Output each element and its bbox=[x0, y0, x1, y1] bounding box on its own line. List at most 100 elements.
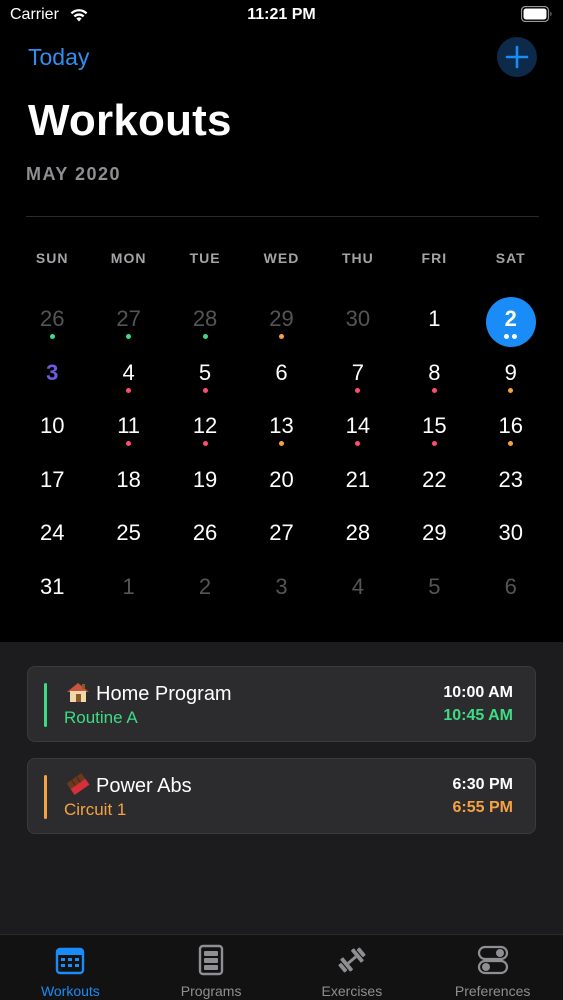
calendar-day[interactable]: 8 bbox=[396, 351, 472, 405]
calendar-day[interactable]: 30 bbox=[473, 511, 549, 565]
day-number: 3 bbox=[46, 359, 59, 385]
calendar-day[interactable]: 4 bbox=[320, 565, 396, 619]
day-number: 26 bbox=[39, 306, 65, 331]
tab-workouts[interactable]: Workouts bbox=[0, 935, 141, 1000]
day-number: 17 bbox=[39, 466, 65, 492]
calendar-day[interactable]: 20 bbox=[243, 458, 319, 512]
tab-preferences[interactable]: Preferences bbox=[422, 935, 563, 1000]
calendar-day[interactable]: 13 bbox=[243, 404, 319, 458]
calendar-day[interactable]: 5 bbox=[396, 565, 472, 619]
day-number: 3 bbox=[275, 573, 288, 599]
day-number: 6 bbox=[275, 359, 288, 385]
day-number: 9 bbox=[504, 359, 517, 385]
event-start-time: 6:30 PM bbox=[452, 776, 513, 793]
workout-dot bbox=[508, 441, 514, 446]
event-title: Power Abs bbox=[65, 773, 192, 798]
workout-dot bbox=[202, 334, 208, 339]
workout-indicator-dots bbox=[320, 387, 396, 393]
workout-indicator-dots bbox=[167, 441, 243, 446]
calendar-day[interactable]: 27 bbox=[243, 511, 319, 565]
calendar-day[interactable]: 26 bbox=[167, 511, 243, 565]
calendar-day[interactable]: 23 bbox=[473, 458, 549, 512]
workout-indicator-dots bbox=[90, 387, 166, 393]
day-number: 10 bbox=[39, 413, 65, 438]
house-icon bbox=[67, 683, 89, 702]
day-number: 26 bbox=[192, 520, 218, 545]
calendar-day[interactable]: 26 bbox=[14, 297, 90, 351]
calendar-day[interactable]: 9 bbox=[473, 351, 549, 405]
add-workout-button[interactable] bbox=[497, 37, 537, 77]
calendar-day[interactable]: 12 bbox=[167, 404, 243, 458]
event-title: Home Program bbox=[65, 681, 232, 706]
chocolate-bar-icon bbox=[67, 773, 90, 795]
day-number: 14 bbox=[345, 413, 371, 438]
day-number: 27 bbox=[116, 306, 141, 331]
workout-dot bbox=[126, 387, 132, 393]
weekday-label: SAT bbox=[495, 250, 526, 266]
status-time: 11:21 PM bbox=[247, 6, 316, 23]
event-card[interactable]: Power Abs Circuit 1 6:30 PM 6:55 PM bbox=[27, 758, 536, 834]
calendar-day[interactable]: 22 bbox=[396, 458, 472, 512]
calendar-day[interactable]: 1 bbox=[90, 565, 166, 619]
tab-programs[interactable]: Programs bbox=[141, 935, 282, 1000]
workout-dot bbox=[202, 441, 208, 446]
workout-indicator-dots bbox=[90, 334, 166, 339]
workout-indicator-dots bbox=[167, 334, 243, 339]
day-number: 5 bbox=[198, 359, 212, 385]
calendar-day[interactable]: 5 bbox=[167, 351, 243, 405]
calendar-day[interactable]: 16 bbox=[473, 404, 549, 458]
calendar-day-today[interactable]: 3 bbox=[14, 351, 90, 405]
calendar-day[interactable]: 21 bbox=[320, 458, 396, 512]
day-number: 28 bbox=[345, 520, 371, 545]
workout-indicator-dots bbox=[90, 441, 166, 446]
calendar-day[interactable]: 14 bbox=[320, 404, 396, 458]
calendar-day[interactable]: 29 bbox=[243, 297, 319, 351]
day-number: 18 bbox=[116, 466, 141, 492]
calendar-day[interactable]: 24 bbox=[14, 511, 90, 565]
calendar-day[interactable]: 30 bbox=[320, 297, 396, 351]
event-subtitle: Circuit 1 bbox=[64, 800, 127, 819]
calendar-week-row: 17 18 19 20 21 22 23 bbox=[14, 458, 549, 512]
workout-dot bbox=[278, 441, 284, 446]
tab-exercises[interactable]: Exercises bbox=[282, 935, 423, 1000]
calendar-day[interactable]: 1 bbox=[396, 297, 472, 351]
event-title-text: Home Program bbox=[96, 683, 232, 705]
calendar-day[interactable]: 28 bbox=[320, 511, 396, 565]
calendar-day[interactable]: 3 bbox=[243, 565, 319, 619]
calendar-day[interactable]: 29 bbox=[396, 511, 472, 565]
workout-dot bbox=[431, 441, 437, 446]
calendar-day[interactable]: 6 bbox=[243, 351, 319, 405]
day-number: 11 bbox=[117, 413, 141, 438]
calendar-day[interactable]: 6 bbox=[473, 565, 549, 619]
events-list: Home Program Routine A 10:00 AM 10:45 AM Pow… bbox=[0, 642, 563, 934]
calendar-day[interactable]: 17 bbox=[14, 458, 90, 512]
calendar-day[interactable]: 27 bbox=[90, 297, 166, 351]
calendar-day[interactable]: 28 bbox=[167, 297, 243, 351]
toggles-icon bbox=[477, 945, 508, 975]
calendar-day[interactable]: 7 bbox=[320, 351, 396, 405]
day-number: 29 bbox=[422, 520, 447, 545]
calendar-day[interactable]: 25 bbox=[90, 511, 166, 565]
calendar-day[interactable]: 31 bbox=[14, 565, 90, 619]
calendar-day[interactable]: 18 bbox=[90, 458, 166, 512]
workout-indicator-dots bbox=[473, 334, 549, 339]
day-number: 23 bbox=[498, 466, 523, 492]
workout-indicator-dots bbox=[320, 441, 396, 446]
calendar-day-selected[interactable]: 2 bbox=[473, 297, 549, 351]
programs-icon bbox=[198, 944, 224, 976]
day-number: 2 bbox=[504, 306, 517, 331]
day-number: 6 bbox=[504, 573, 517, 599]
calendar-day[interactable]: 2 bbox=[167, 565, 243, 619]
day-number: 4 bbox=[351, 573, 365, 599]
calendar-day[interactable]: 19 bbox=[167, 458, 243, 512]
day-number: 30 bbox=[498, 520, 523, 545]
event-card[interactable]: Home Program Routine A 10:00 AM 10:45 AM bbox=[27, 666, 536, 742]
day-number: 28 bbox=[192, 306, 218, 331]
day-number: 24 bbox=[39, 520, 65, 545]
weekday-header: SUN MON TUE WED THU FRI SAT bbox=[14, 250, 549, 266]
calendar-day[interactable]: 15 bbox=[396, 404, 472, 458]
today-button[interactable]: Today bbox=[28, 44, 89, 71]
calendar-day[interactable]: 11 bbox=[90, 404, 166, 458]
calendar-day[interactable]: 4 bbox=[90, 351, 166, 405]
calendar-day[interactable]: 10 bbox=[14, 404, 90, 458]
